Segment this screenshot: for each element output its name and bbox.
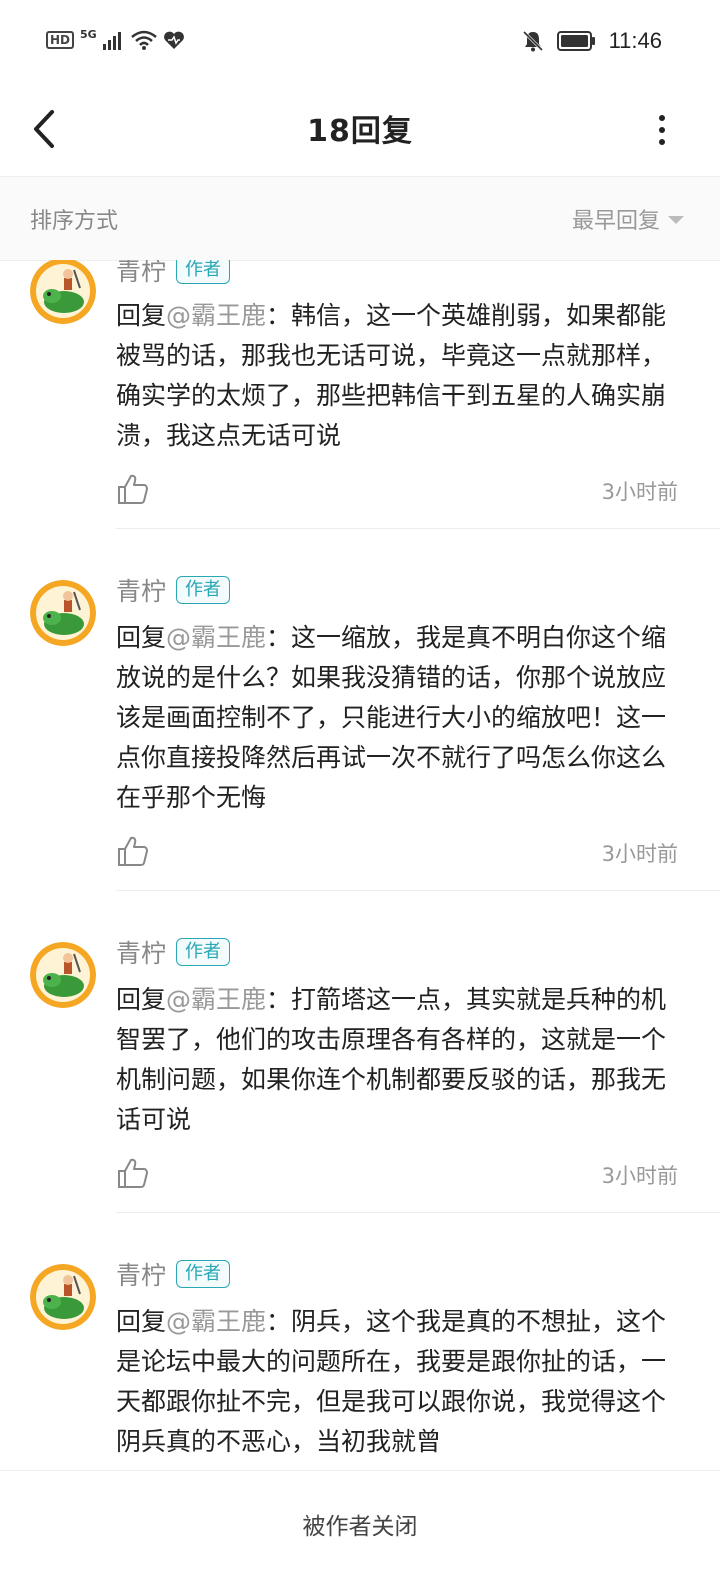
divider	[116, 890, 720, 891]
mention-link[interactable]: @霸王鹿	[166, 1307, 266, 1336]
caret-down-icon	[668, 216, 684, 224]
battery-icon	[556, 31, 595, 51]
sort-bar: 排序方式 最早回复	[0, 177, 720, 261]
reply-content[interactable]: 回复@霸王鹿：这一缩放，我是真不明白你这个缩放说的是什么？如果我没猜错的话，你那…	[116, 618, 676, 818]
status-right: 11:46	[521, 28, 662, 54]
reply-prefix: 回复	[116, 985, 167, 1014]
username[interactable]: 青柠	[116, 1256, 166, 1292]
bottom-bar: 被作者关闭	[0, 1470, 720, 1593]
username[interactable]: 青柠	[116, 260, 166, 288]
status-left: HD 5G	[46, 27, 185, 50]
signal-icon	[102, 32, 121, 50]
heart-icon	[163, 31, 184, 49]
thumbs-up-icon[interactable]	[116, 834, 150, 868]
user-avatar[interactable]	[30, 260, 96, 324]
username[interactable]: 青柠	[116, 572, 166, 608]
user-avatar[interactable]	[30, 580, 96, 646]
author-badge: 作者	[176, 576, 231, 604]
reply-list[interactable]: 青柠 作者 回复@霸王鹿：韩信，这一个英雄削弱，如果都能被骂的话，那我也无话可说…	[0, 260, 720, 1470]
author-badge: 作者	[176, 1260, 231, 1288]
sort-label: 排序方式	[30, 209, 119, 234]
reply-meta: 青柠 作者	[116, 1256, 231, 1292]
reply-actions: 3小时前	[116, 1156, 678, 1196]
reply-prefix: 回复	[116, 301, 167, 330]
reply-time: 3小时前	[601, 480, 678, 504]
reply-time: 3小时前	[601, 1164, 678, 1188]
author-badge: 作者	[176, 260, 231, 284]
reply-meta: 青柠 作者	[116, 934, 231, 970]
mention-link[interactable]: @霸王鹿	[166, 623, 266, 652]
mention-link[interactable]: @霸王鹿	[166, 985, 266, 1014]
reply-prefix: 回复	[116, 623, 167, 652]
reply-meta: 青柠 作者	[116, 260, 231, 288]
reply-meta: 青柠 作者	[116, 572, 231, 608]
thumbs-up-icon[interactable]	[116, 472, 150, 506]
mention-link[interactable]: @霸王鹿	[166, 301, 266, 330]
status-bar: HD 5G 11:46	[0, 0, 720, 86]
wifi-icon	[130, 30, 157, 50]
clock: 11:46	[608, 28, 662, 53]
network-type: 5G	[80, 27, 97, 41]
divider	[116, 1212, 720, 1213]
username[interactable]: 青柠	[116, 934, 166, 970]
page-title: 18回复	[307, 114, 413, 149]
reply-actions: 3小时前	[116, 472, 678, 512]
bell-off-icon	[522, 30, 543, 52]
sort-dropdown-value: 最早回复	[571, 209, 660, 234]
user-avatar[interactable]	[30, 942, 96, 1008]
reply-prefix: 回复	[116, 1307, 167, 1336]
author-badge: 作者	[176, 938, 231, 966]
reply-time: 3小时前	[601, 842, 678, 866]
divider	[116, 528, 720, 529]
reply-actions: 3小时前	[116, 834, 678, 874]
hd-icon: HD	[46, 31, 75, 49]
reply-content[interactable]: 回复@霸王鹿：阴兵，这个我是真的不想扯，这个是论坛中最大的问题所在，我要是跟你扯…	[116, 1302, 676, 1462]
top-bar: 18回复	[0, 86, 720, 177]
thumbs-up-icon[interactable]	[116, 1156, 150, 1190]
more-options-icon[interactable]	[650, 108, 674, 152]
reply-content[interactable]: 回复@霸王鹿：韩信，这一个英雄削弱，如果都能被骂的话，那我也无话可说，毕竟这一点…	[116, 296, 676, 456]
closed-notice: 被作者关闭	[302, 1514, 418, 1540]
user-avatar[interactable]	[30, 1264, 96, 1330]
sort-dropdown[interactable]: 最早回复	[572, 203, 684, 235]
reply-content[interactable]: 回复@霸王鹿：打箭塔这一点，其实就是兵种的机智罢了，他们的攻击原理各有各样的，这…	[116, 980, 676, 1140]
